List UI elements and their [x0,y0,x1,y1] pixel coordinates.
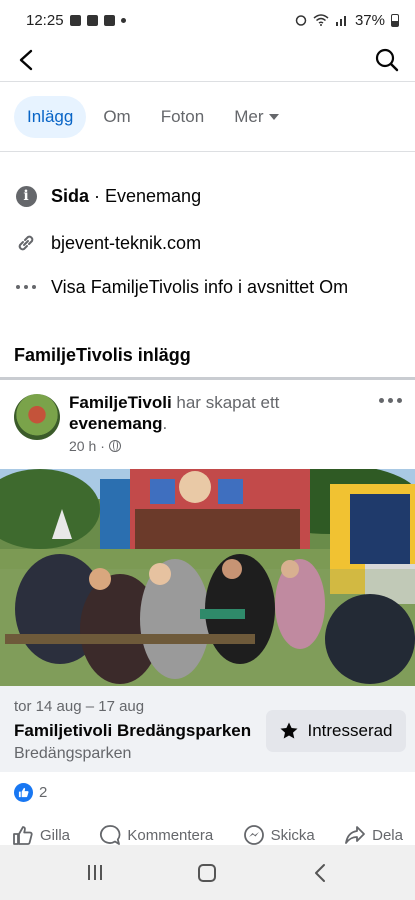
share-button[interactable]: Dela [344,824,403,846]
caret-down-icon [269,114,280,120]
wifi-icon [313,14,329,26]
calendar-notification-icon [69,14,81,26]
like-reaction-icon [14,783,33,802]
gallery-notification-icon [103,14,115,26]
thumbs-up-icon [13,826,33,845]
event-date: tor 14 aug – 17 aug [14,698,145,715]
post-author[interactable]: FamiljeTivoli [69,393,172,412]
tab-more[interactable]: Mer [221,96,292,138]
post-headline: FamiljeTivoli har skapat ett evenemang. [69,393,280,433]
event-card[interactable]: tor 14 aug – 17 aug Familjetivoli Bredän… [0,686,415,772]
more-info-link[interactable]: Visa FamiljeTivolis info i avsnittet Om [51,277,348,298]
back-arrow-icon[interactable] [16,48,38,72]
post-object[interactable]: evenemang [69,414,163,433]
post-action: har skapat ett [171,393,280,412]
header-divider [0,81,415,82]
section-divider [0,377,415,380]
like-button[interactable]: Gilla [12,824,70,846]
reaction-count: 2 [39,784,48,801]
home-icon[interactable] [198,863,217,882]
comment-icon [100,825,121,845]
alarm-icon [295,15,307,26]
messenger-icon [243,825,264,845]
tab-about[interactable]: Om [90,96,143,138]
comment-button[interactable]: Kommentera [99,824,213,846]
category-value: · Evenemang [89,185,202,206]
battery-icon [391,13,399,27]
info-icon: i [15,185,37,207]
info-category: i Sida · Evenemang [14,181,201,211]
avatar[interactable] [14,394,60,440]
event-photo[interactable] [0,469,415,686]
reactions-summary[interactable]: 2 [14,783,47,802]
category-label: Sida [51,185,90,206]
more-dots-icon [16,285,36,289]
tabs-divider [0,151,415,152]
event-photo-illustration [0,469,415,686]
link-icon [18,235,34,251]
recent-apps-icon[interactable] [88,865,103,880]
post-header: FamiljeTivoli har skapat ett evenemang. … [14,390,404,460]
globe-icon [108,440,121,452]
post-meta: 20 h · [69,438,121,454]
posts-section-title: FamiljeTivolis inlägg [14,345,191,365]
share-icon [345,826,366,844]
more-notifications-icon [120,17,126,23]
system-back-icon[interactable] [313,863,327,883]
signal-icon [335,16,346,26]
website-link[interactable]: bjevent-teknik.com [51,233,201,254]
interested-label: Intresserad [307,721,393,740]
search-icon[interactable] [375,48,399,72]
top-app-bar [0,40,415,80]
check-notification-icon [86,14,98,26]
event-title[interactable]: Familjetivoli Bredängsparken [14,721,251,741]
post-time[interactable]: 20 h [69,438,96,454]
post-more-options-icon[interactable] [379,398,402,403]
info-more[interactable]: Visa FamiljeTivolis info i avsnittet Om [14,272,348,302]
system-navigation-bar [0,845,415,900]
battery-percent: 37% [354,11,385,29]
star-icon [280,722,298,739]
send-button[interactable]: Skicka [243,824,315,846]
event-place: Bredängsparken [14,745,132,762]
tab-photos[interactable]: Foton [148,96,217,138]
status-time: 12:25 [26,11,64,29]
tab-posts[interactable]: Inlägg [14,96,87,138]
info-website[interactable]: bjevent-teknik.com [14,228,201,258]
page-tabs: Inlägg Om Foton Mer [14,96,292,138]
status-bar: 12:25 37% [0,0,415,40]
interested-button[interactable]: Intresserad [266,710,406,752]
